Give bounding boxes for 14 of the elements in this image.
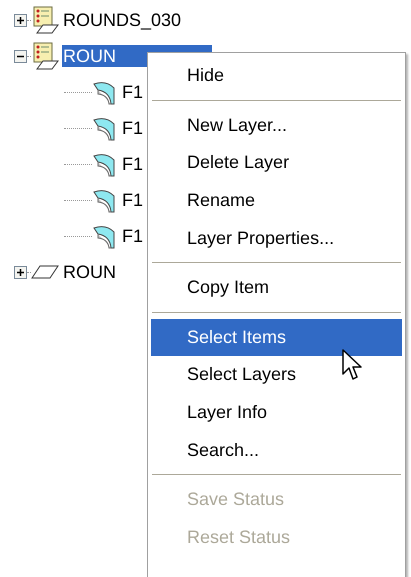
layer-list-icon (31, 42, 59, 70)
tree-node-label[interactable]: ROUN (62, 261, 117, 283)
tree-node-label[interactable]: ROUNDS_030 (62, 9, 182, 31)
plane-icon (31, 265, 59, 279)
tree-node-label[interactable]: F1 (122, 153, 144, 175)
tree-node-label[interactable]: F1 (122, 81, 144, 103)
tree-node-label[interactable]: F1 (122, 117, 144, 139)
expand-icon[interactable] (14, 14, 27, 26)
expand-icon[interactable] (14, 266, 27, 278)
layer-list-icon (31, 6, 59, 34)
menu-item[interactable]: Select Items (151, 318, 402, 356)
tree-node-label[interactable]: F1 (122, 189, 144, 211)
collapse-icon[interactable] (14, 50, 27, 62)
tree-node-label[interactable]: F1 (122, 225, 144, 247)
